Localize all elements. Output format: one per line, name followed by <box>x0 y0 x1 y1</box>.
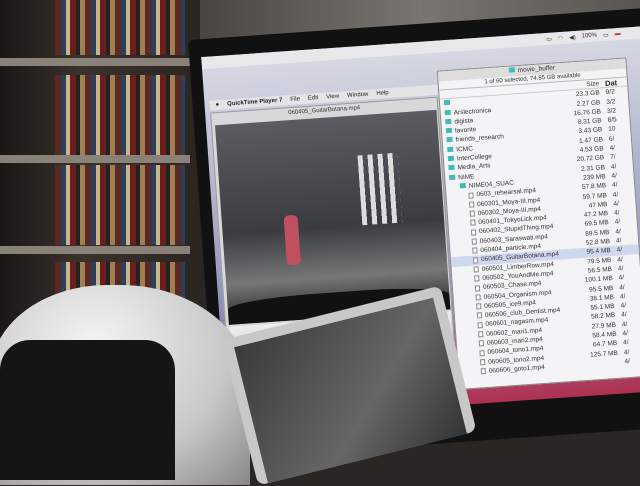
movie-file-icon <box>477 313 482 319</box>
chair <box>0 340 175 480</box>
movie-file-icon <box>470 211 475 217</box>
shelf-plank <box>0 58 190 66</box>
file-name-text: NIME <box>458 173 475 181</box>
folder-icon <box>444 100 450 105</box>
battery-icon[interactable]: ▭ <box>603 31 609 38</box>
performer-figure <box>283 215 300 266</box>
movie-file-icon <box>476 303 481 309</box>
movie-file-icon <box>473 266 478 272</box>
file-name-text: 060606_goto1.mp4 <box>489 364 545 375</box>
robot-instrument <box>357 153 402 226</box>
col-date[interactable]: Dat <box>605 77 628 87</box>
movie-file-icon <box>472 238 477 244</box>
folder-icon <box>446 128 452 133</box>
airplay-icon[interactable]: ▭ <box>546 35 552 42</box>
movie-file-icon <box>475 294 480 300</box>
folder-icon <box>508 67 514 72</box>
shelf-plank <box>0 155 190 163</box>
file-size <box>574 357 625 370</box>
folder-icon <box>447 147 453 152</box>
movie-file-icon <box>474 275 479 281</box>
folder-icon <box>448 165 454 170</box>
movie-file-icon <box>468 192 473 198</box>
battery-percent[interactable]: 100% <box>581 32 597 39</box>
folder-icon <box>449 174 455 179</box>
file-name-text: favorite <box>455 126 477 134</box>
shelf-plank <box>0 246 190 254</box>
books <box>55 165 185 245</box>
finder-title-text: movie_buffer <box>517 64 555 74</box>
movie-file-icon <box>481 368 486 374</box>
flag-icon[interactable]: ▬ <box>614 31 620 37</box>
movie-file-icon <box>473 257 478 263</box>
folder-icon <box>460 183 466 188</box>
folder-icon <box>445 119 451 124</box>
movie-file-icon <box>470 220 475 226</box>
menu-app[interactable]: QuickTime Player 7 <box>227 98 283 108</box>
movie-file-icon <box>477 322 482 328</box>
menu-help[interactable]: Help <box>376 90 389 97</box>
wifi-icon[interactable]: ◠ <box>558 34 564 41</box>
movie-file-icon <box>471 229 476 235</box>
movie-file-icon <box>469 201 474 207</box>
volume-icon[interactable]: ◀) <box>569 33 576 40</box>
file-name-text: ICMC <box>456 145 473 153</box>
movie-file-icon <box>480 359 485 365</box>
movie-file-icon <box>472 248 477 254</box>
file-name-text: digista <box>454 117 473 125</box>
file-date: 4/ <box>624 356 640 367</box>
folder-icon <box>448 156 454 161</box>
menu-file[interactable]: File <box>290 96 300 103</box>
menu-view[interactable]: View <box>326 94 339 101</box>
finder-window: movie_buffer 1 of 60 selected, 74.85 GB … <box>437 57 640 389</box>
books <box>55 0 185 55</box>
menu-window[interactable]: Window <box>347 92 369 99</box>
movie-file-icon <box>479 340 484 346</box>
movie-file-icon <box>475 285 480 291</box>
books <box>55 75 185 155</box>
menu-edit[interactable]: Edit <box>308 95 319 102</box>
movie-file-icon <box>479 350 484 356</box>
folder-icon <box>446 137 452 142</box>
file-list: 23.3 GB9/2Arslectronica2.27 GB3/2digista… <box>440 87 640 378</box>
apple-menu-icon[interactable]: ● <box>215 102 219 108</box>
movie-file-icon <box>478 331 483 337</box>
folder-icon <box>444 109 450 114</box>
